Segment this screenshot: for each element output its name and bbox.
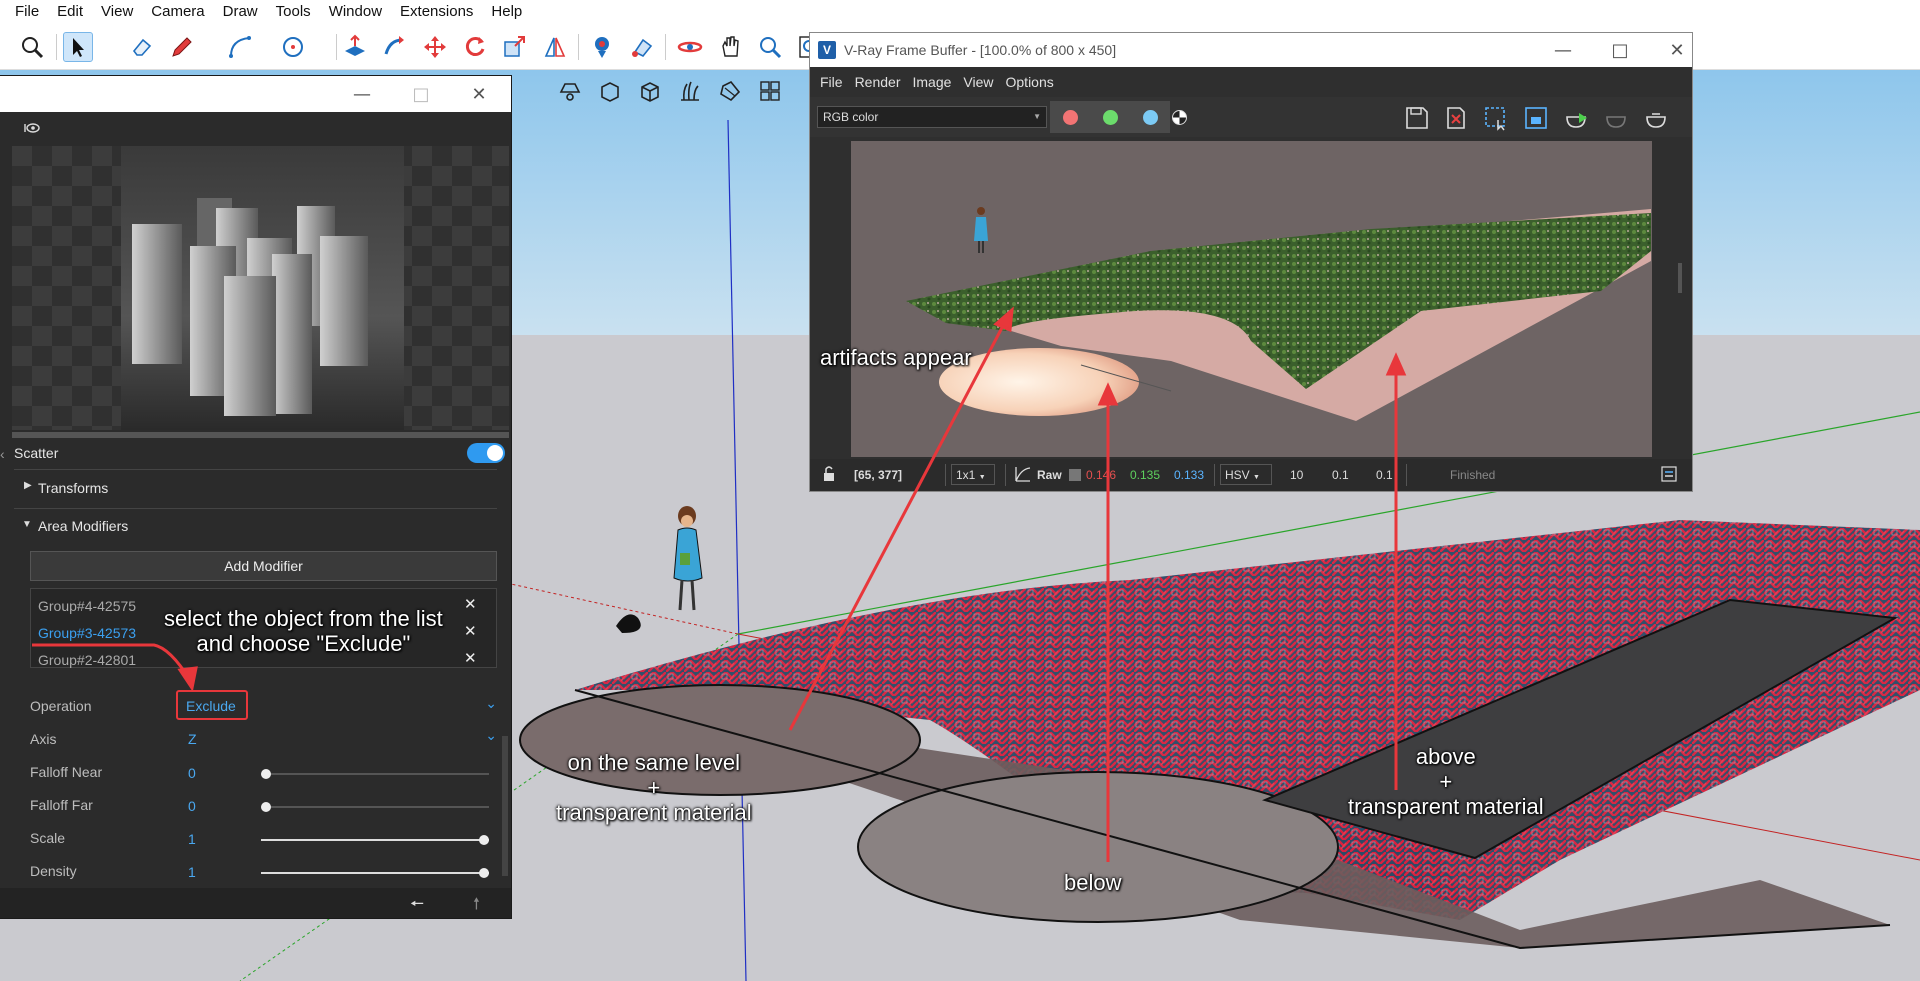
annotation-select-object: select the object from the list and choo… <box>164 606 443 656</box>
annotation-arrows <box>32 306 1407 862</box>
annotation-above-text: above + transparent material <box>1348 744 1544 819</box>
annotation-same-level-text: on the same level + transparent material <box>556 750 752 825</box>
annotation-above: above + transparent material <box>1348 744 1544 819</box>
annotation-select-object-text: select the object from the list and choo… <box>164 606 443 656</box>
annotation-below: below <box>1064 870 1122 895</box>
annotation-same-level: on the same level + transparent material <box>556 750 752 825</box>
annotation-artifacts: artifacts appear <box>820 345 972 370</box>
